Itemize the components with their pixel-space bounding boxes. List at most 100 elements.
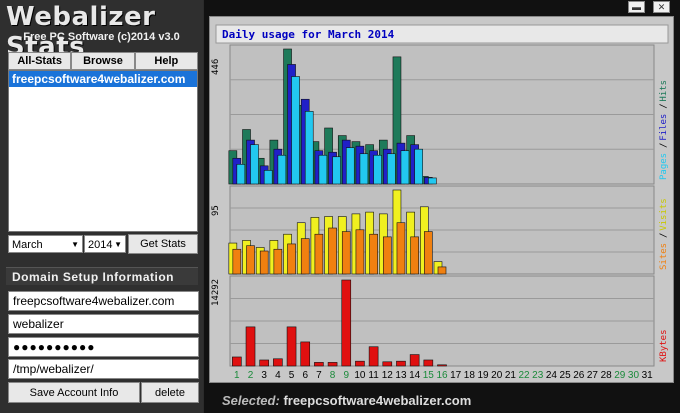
x-tick-label: 14	[409, 370, 421, 381]
bar-sites	[314, 233, 324, 275]
bar-pages	[386, 153, 396, 185]
x-tick-label: 9	[343, 370, 349, 381]
bar-sites	[259, 250, 269, 275]
bar-sites	[300, 238, 310, 275]
year-select[interactable]: 2014 ▼	[84, 235, 126, 253]
main-area: ▬ ✕ Daily usage for March 2014 446 Pages / F…	[204, 0, 680, 413]
legend-hits: Hits	[659, 80, 669, 102]
usage-chart: Daily usage for March 2014 446 Pages / Files…	[211, 24, 669, 381]
x-tick-label: 26	[573, 370, 585, 381]
legend-sep: /	[659, 103, 669, 108]
x-tick-label: 16	[436, 370, 448, 381]
y-max-label: 95	[211, 205, 221, 216]
y-max-label: 446	[211, 59, 221, 75]
tab-help[interactable]: Help	[134, 52, 198, 70]
domain-field[interactable]: freepcsoftware4webalizer.com	[8, 291, 199, 311]
x-tick-label: 4	[275, 370, 281, 381]
bar-kbytes	[232, 356, 242, 367]
bar-sites	[396, 222, 406, 275]
bar-kbytes	[314, 362, 324, 367]
legend-kbytes: KBytes	[659, 329, 669, 362]
bar-sites	[355, 229, 365, 275]
x-tick-label: 12	[382, 370, 394, 381]
x-tick-label: 24	[546, 370, 558, 381]
x-tick-label: 3	[261, 370, 267, 381]
username-field[interactable]: webalizer	[8, 314, 199, 334]
bar-kbytes	[423, 359, 434, 367]
bar-pages	[263, 170, 273, 185]
legend-visits: Visits	[659, 198, 669, 231]
bar-sites	[341, 231, 351, 275]
x-tick-label: 8	[330, 370, 336, 381]
bar-pages	[359, 153, 369, 185]
site-list[interactable]: freepcsoftware4webalizer.com	[8, 70, 198, 232]
x-tick-label: 2	[248, 370, 254, 381]
bar-pages	[318, 154, 328, 185]
x-tick-label: 28	[601, 370, 613, 381]
chart-title: Daily usage for March 2014	[222, 28, 395, 41]
x-tick-label: 1	[234, 370, 240, 381]
bar-sites	[424, 231, 433, 275]
tab-all-stats[interactable]: All-Stats	[8, 52, 72, 70]
bar-sites	[273, 248, 283, 275]
x-tick-label: 6	[302, 370, 308, 381]
bar-kbytes	[382, 361, 393, 367]
x-tick-label: 19	[477, 370, 489, 381]
x-tick-label: 18	[464, 370, 476, 381]
bar-pages	[277, 154, 287, 185]
x-tick-label: 30	[628, 370, 640, 381]
get-stats-button[interactable]: Get Stats	[128, 234, 198, 254]
x-tick-label: 13	[395, 370, 407, 381]
year-select-value: 2014	[88, 239, 113, 251]
x-tick-label: 29	[614, 370, 626, 381]
legend-pages: Pages	[659, 153, 669, 180]
bar-kbytes	[327, 362, 338, 367]
bar-sites	[369, 233, 378, 275]
status-value: freepcsoftware4webalizer.com	[283, 393, 472, 408]
bar-pages	[304, 111, 314, 185]
site-list-item[interactable]: freepcsoftware4webalizer.com	[9, 71, 197, 87]
bar-kbytes	[341, 279, 352, 367]
bar-pages	[291, 76, 300, 185]
bar-kbytes	[368, 346, 379, 367]
chevron-down-icon: ▼	[71, 240, 79, 249]
legend-sep: /	[659, 143, 669, 148]
minimize-icon[interactable]: ▬	[628, 1, 645, 13]
tab-browse[interactable]: Browse	[71, 52, 135, 70]
password-field[interactable]: ●●●●●●●●●●	[8, 337, 199, 357]
x-tick-label: 17	[450, 370, 462, 381]
bar-sites	[287, 243, 296, 275]
bar-kbytes	[437, 364, 447, 367]
x-tick-label: 23	[532, 370, 544, 381]
save-account-button[interactable]: Save Account Info	[8, 382, 140, 403]
tab-bar: All-Stats Browse Help	[8, 52, 198, 70]
domain-setup-heading: Domain Setup Information	[6, 267, 198, 285]
x-tick-label: 10	[354, 370, 366, 381]
x-tick-label: 25	[560, 370, 572, 381]
close-icon[interactable]: ✕	[653, 1, 670, 13]
chevron-down-icon: ▼	[114, 240, 122, 249]
bar-pages	[332, 156, 341, 185]
legend-sites: Sites	[659, 243, 669, 270]
x-tick-label: 15	[423, 370, 435, 381]
bar-kbytes	[409, 354, 420, 367]
x-tick-label: 20	[491, 370, 503, 381]
bar-pages	[400, 150, 410, 185]
x-tick-label: 11	[368, 370, 379, 381]
x-tick-label: 5	[289, 370, 295, 381]
x-tick-label: 22	[519, 370, 531, 381]
bar-pages	[250, 144, 259, 185]
x-tick-label: 7	[316, 370, 322, 381]
bar-kbytes	[300, 341, 311, 367]
x-tick-label: 21	[505, 370, 517, 381]
bar-kbytes	[259, 359, 269, 367]
app-subtitle: Free PC Software (c)2014 v3.0	[23, 31, 180, 43]
path-field[interactable]: /tmp/webalizer/	[8, 359, 199, 379]
bar-sites	[246, 245, 255, 275]
month-select-value: March	[12, 239, 43, 251]
delete-button[interactable]: delete	[141, 382, 199, 403]
month-select[interactable]: March ▼	[8, 235, 83, 253]
bar-pages	[373, 154, 382, 185]
bar-sites	[382, 236, 392, 275]
chart-panel: Daily usage for March 2014 446 Pages / Files…	[209, 16, 674, 383]
